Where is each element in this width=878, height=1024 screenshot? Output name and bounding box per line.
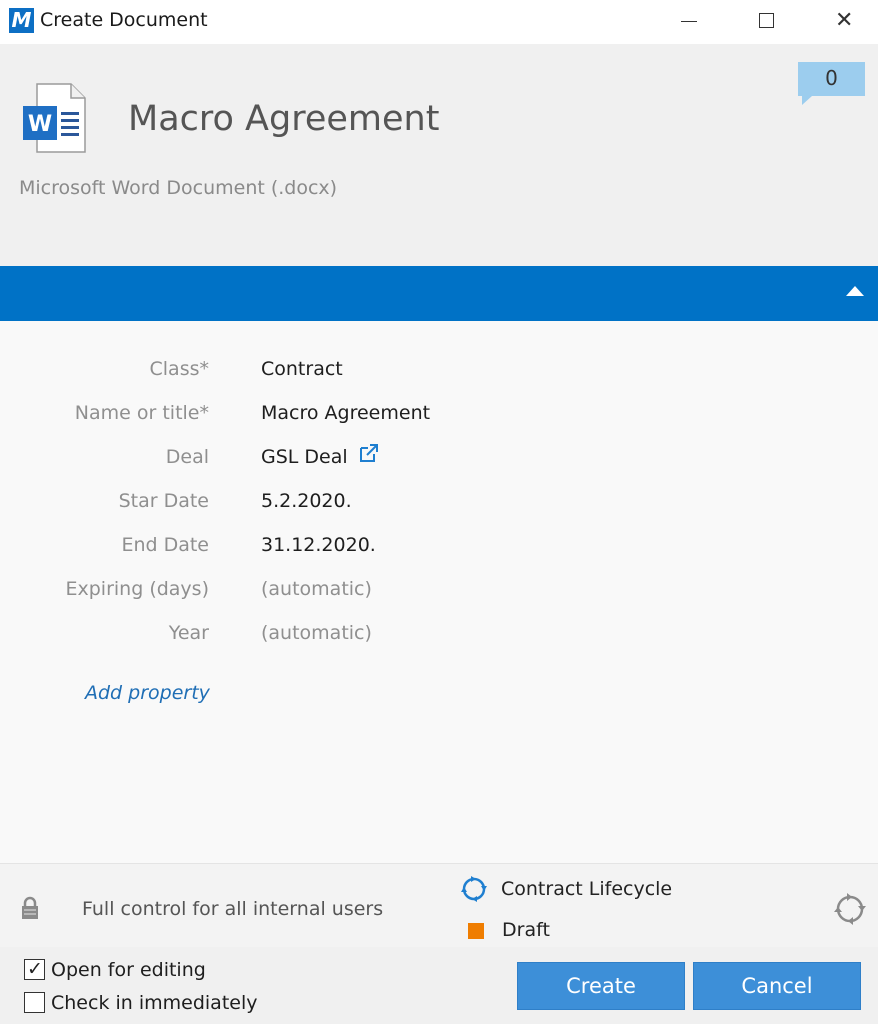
maximize-icon <box>759 13 774 28</box>
app-logo-icon: M <box>9 8 34 33</box>
open-for-editing-label[interactable]: Open for editing <box>51 959 206 981</box>
property-value: (automatic) <box>261 622 372 644</box>
minimize-button[interactable] <box>648 0 728 44</box>
property-row-name[interactable]: Name or title* Macro Agreement <box>0 402 878 432</box>
add-property-link[interactable]: Add property <box>85 682 210 704</box>
check-in-immediately-label[interactable]: Check in immediately <box>51 992 257 1014</box>
permissions-text[interactable]: Full control for all internal users <box>82 898 383 920</box>
property-row-expiring: Expiring (days) (automatic) <box>0 578 878 608</box>
lock-icon[interactable] <box>20 896 40 920</box>
property-label: Name or title* <box>74 402 209 424</box>
minimize-icon <box>681 21 697 22</box>
property-row-year: Year (automatic) <box>0 622 878 652</box>
open-for-editing-checkbox[interactable]: ✓ <box>24 958 45 980</box>
comment-count: 0 <box>825 66 838 90</box>
property-row-end-date[interactable]: End Date 31.12.2020. <box>0 534 878 564</box>
open-external-icon[interactable] <box>358 442 380 464</box>
property-row-class[interactable]: Class* Contract <box>0 358 878 388</box>
property-label: Deal <box>165 446 209 468</box>
property-value[interactable]: 31.12.2020. <box>261 534 376 556</box>
property-label: Year <box>168 622 209 644</box>
cancel-button[interactable]: Cancel <box>693 962 861 1010</box>
title-bar: M Create Document ✕ <box>0 0 878 44</box>
property-value: (automatic) <box>261 578 372 600</box>
collapse-arrow-icon[interactable] <box>846 286 864 296</box>
property-label: Expiring (days) <box>65 578 210 600</box>
workflow-select-icon[interactable] <box>833 892 867 926</box>
create-button[interactable]: Create <box>517 962 685 1010</box>
metadata-bar <box>0 266 878 321</box>
property-row-start-date[interactable]: Star Date 5.2.2020. <box>0 490 878 520</box>
comments-badge[interactable]: 0 <box>798 62 865 105</box>
document-title: Macro Agreement <box>128 99 440 139</box>
status-panel: Full control for all internal users Cont… <box>0 863 878 947</box>
maximize-button[interactable] <box>726 0 806 44</box>
window-title: Create Document <box>40 9 208 31</box>
dialog-footer: ✓ Open for editing Check in immediately … <box>0 947 878 1024</box>
close-icon: ✕ <box>835 8 854 33</box>
document-type: Microsoft Word Document (.docx) <box>19 177 338 199</box>
workflow-name[interactable]: Contract Lifecycle <box>501 878 672 900</box>
close-button[interactable]: ✕ <box>804 0 878 44</box>
deal-value[interactable]: GSL Deal <box>261 446 348 468</box>
property-value[interactable]: 5.2.2020. <box>261 490 352 512</box>
word-icon-letter: W <box>28 112 52 137</box>
property-row-deal[interactable]: Deal GSL Deal <box>0 444 878 476</box>
workflow-state[interactable]: Draft <box>502 919 550 941</box>
property-label: Class* <box>149 358 210 380</box>
property-label: End Date <box>121 534 209 556</box>
property-value[interactable]: Macro Agreement <box>261 402 430 424</box>
property-label: Star Date <box>118 490 209 512</box>
properties-panel: Class* Contract Name or title* Macro Agr… <box>0 321 878 863</box>
checkmark-icon: ✓ <box>27 958 43 980</box>
property-value[interactable]: GSL Deal <box>261 444 380 468</box>
document-header: W Macro Agreement Microsoft Word Documen… <box>0 44 878 266</box>
property-value[interactable]: Contract <box>261 358 343 380</box>
state-color-indicator <box>468 923 484 939</box>
word-document-icon: W <box>23 83 86 153</box>
workflow-icon <box>461 876 487 902</box>
check-in-immediately-checkbox[interactable] <box>24 992 45 1013</box>
